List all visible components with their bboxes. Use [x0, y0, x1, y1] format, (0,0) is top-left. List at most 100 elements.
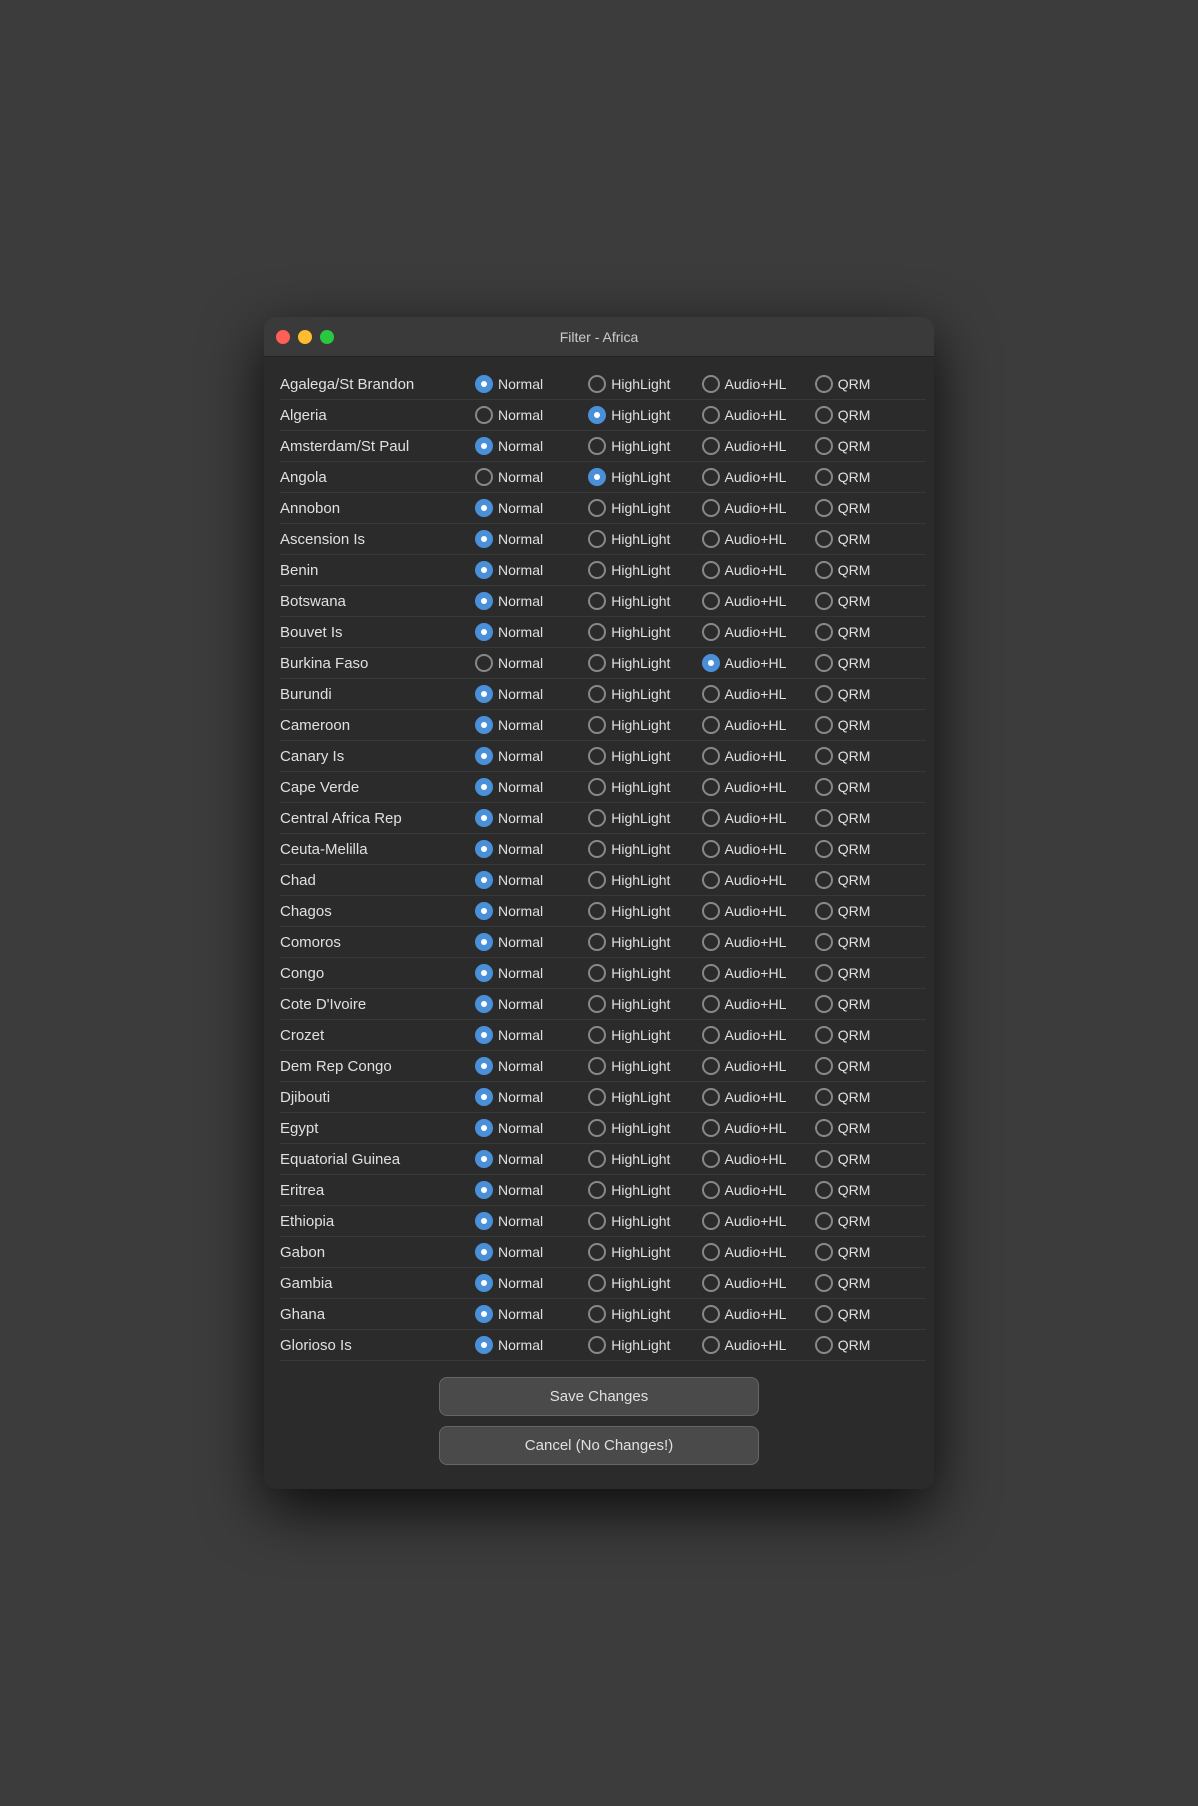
- radio-btn-qrm[interactable]: [815, 964, 833, 982]
- radio-option-highlight[interactable]: HighLight: [588, 1150, 699, 1168]
- radio-option-qrm[interactable]: QRM: [815, 1119, 926, 1137]
- radio-btn-highlight[interactable]: [588, 902, 606, 920]
- radio-btn-audio+hl[interactable]: [702, 840, 720, 858]
- radio-btn-highlight[interactable]: [588, 933, 606, 951]
- radio-option-highlight[interactable]: HighLight: [588, 933, 699, 951]
- radio-btn-highlight[interactable]: [588, 809, 606, 827]
- radio-option-highlight[interactable]: HighLight: [588, 902, 699, 920]
- radio-btn-highlight[interactable]: [588, 1119, 606, 1137]
- radio-btn-qrm[interactable]: [815, 1181, 833, 1199]
- radio-option-audiohl[interactable]: Audio+HL: [702, 1088, 813, 1106]
- radio-btn-normal[interactable]: [475, 995, 493, 1013]
- radio-btn-normal[interactable]: [475, 561, 493, 579]
- radio-btn-highlight[interactable]: [588, 437, 606, 455]
- radio-option-qrm[interactable]: QRM: [815, 778, 926, 796]
- radio-option-qrm[interactable]: QRM: [815, 995, 926, 1013]
- radio-option-highlight[interactable]: HighLight: [588, 747, 699, 765]
- radio-btn-highlight[interactable]: [588, 778, 606, 796]
- radio-btn-normal[interactable]: [475, 716, 493, 734]
- radio-btn-audio+hl[interactable]: [702, 1026, 720, 1044]
- radio-btn-normal[interactable]: [475, 1026, 493, 1044]
- radio-option-highlight[interactable]: HighLight: [588, 1057, 699, 1075]
- radio-option-highlight[interactable]: HighLight: [588, 592, 699, 610]
- radio-option-highlight[interactable]: HighLight: [588, 809, 699, 827]
- radio-btn-qrm[interactable]: [815, 1336, 833, 1354]
- radio-btn-normal[interactable]: [475, 809, 493, 827]
- radio-option-qrm[interactable]: QRM: [815, 964, 926, 982]
- radio-btn-qrm[interactable]: [815, 499, 833, 517]
- radio-option-audiohl[interactable]: Audio+HL: [702, 654, 813, 672]
- radio-option-highlight[interactable]: HighLight: [588, 1212, 699, 1230]
- close-button[interactable]: [276, 330, 290, 344]
- radio-option-qrm[interactable]: QRM: [815, 592, 926, 610]
- radio-option-highlight[interactable]: HighLight: [588, 437, 699, 455]
- radio-option-highlight[interactable]: HighLight: [588, 1119, 699, 1137]
- radio-option-audiohl[interactable]: Audio+HL: [702, 933, 813, 951]
- radio-option-qrm[interactable]: QRM: [815, 561, 926, 579]
- radio-option-highlight[interactable]: HighLight: [588, 1305, 699, 1323]
- radio-btn-normal[interactable]: [475, 654, 493, 672]
- radio-btn-qrm[interactable]: [815, 654, 833, 672]
- radio-btn-audio+hl[interactable]: [702, 964, 720, 982]
- radio-option-audiohl[interactable]: Audio+HL: [702, 1119, 813, 1137]
- radio-btn-audio+hl[interactable]: [702, 499, 720, 517]
- radio-option-audiohl[interactable]: Audio+HL: [702, 530, 813, 548]
- radio-btn-normal[interactable]: [475, 499, 493, 517]
- radio-btn-highlight[interactable]: [588, 871, 606, 889]
- radio-option-qrm[interactable]: QRM: [815, 654, 926, 672]
- radio-option-highlight[interactable]: HighLight: [588, 685, 699, 703]
- radio-option-qrm[interactable]: QRM: [815, 1336, 926, 1354]
- radio-btn-audio+hl[interactable]: [702, 933, 720, 951]
- radio-option-audiohl[interactable]: Audio+HL: [702, 468, 813, 486]
- radio-option-highlight[interactable]: HighLight: [588, 1088, 699, 1106]
- radio-option-audiohl[interactable]: Audio+HL: [702, 1212, 813, 1230]
- radio-option-qrm[interactable]: QRM: [815, 871, 926, 889]
- radio-btn-audio+hl[interactable]: [702, 437, 720, 455]
- radio-option-normal[interactable]: Normal: [475, 530, 586, 548]
- radio-btn-normal[interactable]: [475, 685, 493, 703]
- radio-option-normal[interactable]: Normal: [475, 716, 586, 734]
- radio-option-qrm[interactable]: QRM: [815, 499, 926, 517]
- radio-btn-audio+hl[interactable]: [702, 809, 720, 827]
- radio-btn-audio+hl[interactable]: [702, 406, 720, 424]
- radio-option-qrm[interactable]: QRM: [815, 1026, 926, 1044]
- radio-option-normal[interactable]: Normal: [475, 809, 586, 827]
- radio-option-normal[interactable]: Normal: [475, 964, 586, 982]
- radio-option-normal[interactable]: Normal: [475, 871, 586, 889]
- radio-btn-qrm[interactable]: [815, 1212, 833, 1230]
- radio-btn-normal[interactable]: [475, 1057, 493, 1075]
- radio-option-highlight[interactable]: HighLight: [588, 716, 699, 734]
- radio-btn-audio+hl[interactable]: [702, 592, 720, 610]
- radio-option-audiohl[interactable]: Audio+HL: [702, 1057, 813, 1075]
- radio-btn-normal[interactable]: [475, 1119, 493, 1137]
- radio-option-qrm[interactable]: QRM: [815, 623, 926, 641]
- radio-option-normal[interactable]: Normal: [475, 1336, 586, 1354]
- radio-btn-highlight[interactable]: [588, 1336, 606, 1354]
- radio-btn-highlight[interactable]: [588, 1274, 606, 1292]
- radio-option-highlight[interactable]: HighLight: [588, 778, 699, 796]
- radio-option-normal[interactable]: Normal: [475, 437, 586, 455]
- radio-option-qrm[interactable]: QRM: [815, 716, 926, 734]
- radio-option-qrm[interactable]: QRM: [815, 1243, 926, 1261]
- radio-option-normal[interactable]: Normal: [475, 1150, 586, 1168]
- radio-btn-audio+hl[interactable]: [702, 1088, 720, 1106]
- radio-btn-highlight[interactable]: [588, 1243, 606, 1261]
- radio-option-qrm[interactable]: QRM: [815, 1274, 926, 1292]
- radio-btn-qrm[interactable]: [815, 468, 833, 486]
- radio-btn-highlight[interactable]: [588, 1057, 606, 1075]
- radio-option-audiohl[interactable]: Audio+HL: [702, 716, 813, 734]
- radio-btn-normal[interactable]: [475, 406, 493, 424]
- radio-btn-normal[interactable]: [475, 1274, 493, 1292]
- radio-btn-qrm[interactable]: [815, 1119, 833, 1137]
- radio-btn-qrm[interactable]: [815, 375, 833, 393]
- radio-option-qrm[interactable]: QRM: [815, 840, 926, 858]
- radio-btn-audio+hl[interactable]: [702, 1057, 720, 1075]
- radio-option-highlight[interactable]: HighLight: [588, 1274, 699, 1292]
- radio-btn-audio+hl[interactable]: [702, 654, 720, 672]
- radio-option-normal[interactable]: Normal: [475, 375, 586, 393]
- radio-option-audiohl[interactable]: Audio+HL: [702, 499, 813, 517]
- radio-option-qrm[interactable]: QRM: [815, 902, 926, 920]
- radio-btn-normal[interactable]: [475, 840, 493, 858]
- save-button[interactable]: Save Changes: [439, 1377, 759, 1416]
- radio-option-audiohl[interactable]: Audio+HL: [702, 1305, 813, 1323]
